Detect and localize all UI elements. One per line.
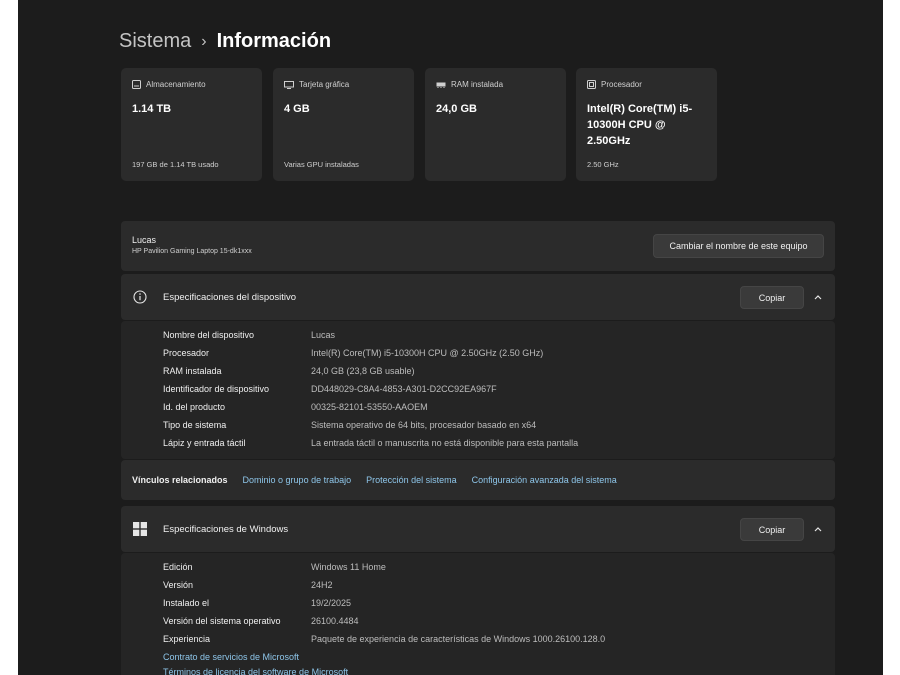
card-value: 24,0 GB [436, 103, 477, 115]
spec-value: Windows 11 Home [311, 562, 386, 572]
spec-row: Id. del producto 00325-82101-53550-AAOEM [163, 402, 428, 412]
spec-row: RAM instalada 24,0 GB (23,8 GB usable) [163, 366, 415, 376]
card-sub: 2.50 GHz [587, 160, 619, 169]
copy-windows-specs-button[interactable]: Copiar [740, 518, 804, 541]
spec-key: Lápiz y entrada táctil [163, 438, 246, 448]
spec-key: Versión del sistema operativo [163, 616, 281, 626]
spec-row: Versión 24H2 [163, 580, 333, 590]
spec-value: 26100.4484 [311, 616, 359, 626]
spec-row: Tipo de sistema Sistema operativo de 64 b… [163, 420, 536, 430]
spec-value: 24,0 GB (23,8 GB usable) [311, 366, 415, 376]
link-system-protection[interactable]: Protección del sistema [366, 475, 457, 485]
link-advanced-settings[interactable]: Configuración avanzada del sistema [472, 475, 617, 485]
spec-row: Instalado el 19/2/2025 [163, 598, 351, 608]
spec-value: DD448029-C8A4-4853-A301-D2CC92EA967F [311, 384, 497, 394]
rename-pc-button[interactable]: Cambiar el nombre de este equipo [653, 234, 824, 258]
spec-row: Lápiz y entrada táctil La entrada táctil … [163, 438, 578, 448]
spec-row: Procesador Intel(R) Core(TM) i5-10300H CP… [163, 348, 543, 358]
ram-card[interactable]: RAM instalada 24,0 GB [425, 68, 566, 181]
spec-row: Versión del sistema operativo 26100.4484 [163, 616, 359, 626]
card-value: 1.14 TB [132, 103, 172, 115]
spec-key: Procesador [163, 348, 210, 358]
device-specs-header[interactable]: Especificaciones del dispositivo Copiar [121, 274, 835, 320]
spec-value: 00325-82101-53550-AAOEM [311, 402, 428, 412]
spec-value: Sistema operativo de 64 bits, procesador… [311, 420, 537, 430]
spec-row: Nombre del dispositivo Lucas [163, 330, 335, 340]
device-specs-title: Especificaciones del dispositivo [163, 292, 297, 303]
storage-card[interactable]: Almacenamiento 1.14 TB 197 GB de 1.14 TB… [121, 68, 262, 181]
storage-icon [132, 80, 141, 89]
spec-value: 19/2/2025 [311, 598, 352, 608]
copy-device-specs-button[interactable]: Copiar [740, 286, 804, 309]
related-links-label: Vínculos relacionados [132, 475, 228, 485]
spec-key: Versión [163, 580, 194, 590]
ram-icon [436, 82, 446, 88]
gpu-card[interactable]: Tarjeta gráfica 4 GB Varias GPU instalad… [273, 68, 414, 181]
breadcrumb: Sistema › Información [119, 30, 331, 53]
spec-key: Experiencia [163, 634, 211, 644]
windows-specs-title: Especificaciones de Windows [163, 524, 289, 535]
spec-key: Tipo de sistema [163, 420, 227, 430]
card-label: Tarjeta gráfica [299, 80, 350, 89]
link-ms-license-terms[interactable]: Términos de licencia del software de Mic… [163, 667, 348, 675]
chevron-up-icon[interactable] [812, 523, 824, 535]
device-specs-body: Nombre del dispositivo Lucas Procesador In… [121, 321, 835, 459]
card-sub: 197 GB de 1.14 TB usado [132, 160, 219, 169]
spec-value: La entrada táctil o manuscrita no está d… [311, 438, 579, 448]
spec-key: Nombre del dispositivo [163, 330, 255, 340]
device-model: HP Pavilion Gaming Laptop 15-dk1xxx [132, 248, 252, 255]
device-name-row: Lucas HP Pavilion Gaming Laptop 15-dk1xx… [121, 221, 835, 271]
card-sub: Varias GPU instaladas [284, 160, 359, 169]
chevron-up-icon[interactable] [812, 291, 824, 303]
breadcrumb-parent[interactable]: Sistema [119, 30, 191, 53]
link-ms-services-agreement[interactable]: Contrato de servicios de Microsoft [163, 652, 299, 662]
card-value: 4 GB [284, 103, 310, 115]
spec-key: Id. del producto [163, 402, 226, 412]
spec-row: Identificador de dispositivo DD448029-C8A… [163, 384, 497, 394]
spec-value: Lucas [311, 330, 336, 340]
spec-value: Paquete de experiencia de característica… [311, 634, 606, 644]
cpu-card[interactable]: Procesador Intel(R) Core(TM) i5-10300H C… [576, 68, 717, 181]
gpu-icon [284, 80, 294, 89]
page-title: Información [216, 30, 332, 52]
card-label: Procesador [601, 80, 642, 89]
link-domain-workgroup[interactable]: Dominio o grupo de trabajo [243, 475, 352, 485]
spec-value: 24H2 [311, 580, 333, 590]
windows-logo-icon [133, 522, 147, 536]
spec-value: Intel(R) Core(TM) i5-10300H CPU @ 2.50GH… [311, 348, 544, 358]
cpu-icon [587, 80, 596, 89]
breadcrumb-separator: › [201, 32, 207, 50]
card-label: Almacenamiento [146, 80, 206, 89]
related-links-bar: Vínculos relacionados Dominio o grupo de… [121, 460, 835, 500]
card-value: Intel(R) Core(TM) i5-10300H CPU @ 2.50GH… [587, 103, 693, 147]
spec-key: Instalado el [163, 598, 210, 608]
card-label: RAM instalada [451, 80, 504, 89]
windows-specs-body: Edición Windows 11 Home Versión 24H2 Insta… [121, 553, 835, 675]
spec-key: Edición [163, 562, 193, 572]
settings-window: Sistema › Información Almacenamiento 1.1… [18, 0, 883, 675]
info-icon [133, 290, 147, 304]
spec-key: Identificador de dispositivo [163, 384, 270, 394]
device-name: Lucas [132, 235, 157, 245]
spec-row: Experiencia Paquete de experiencia de car… [163, 634, 605, 644]
spec-row: Edición Windows 11 Home [163, 562, 386, 572]
spec-key: RAM instalada [163, 366, 222, 376]
windows-specs-header[interactable]: Especificaciones de Windows Copiar [121, 506, 835, 552]
